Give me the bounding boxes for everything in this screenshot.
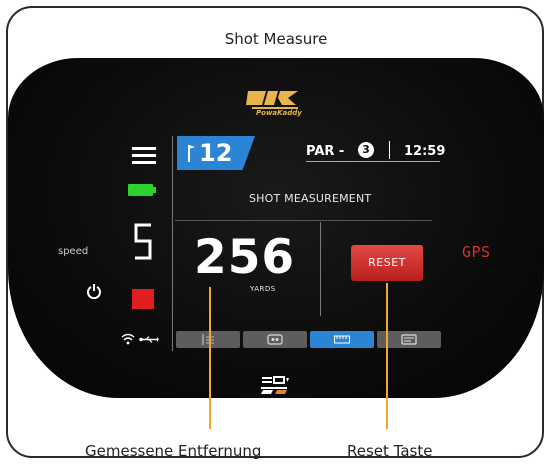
flag-list-icon [202, 334, 214, 345]
model-badge-icon [261, 376, 289, 394]
wifi-icon [121, 333, 135, 345]
divider [172, 136, 173, 351]
divider [320, 222, 321, 316]
clock-time: 12:59 [404, 144, 446, 159]
stop-icon[interactable] [132, 289, 154, 309]
header-underline [306, 161, 440, 162]
flag-icon [188, 145, 195, 162]
reset-button[interactable]: RESET [351, 245, 423, 281]
gps-label: GPS [462, 243, 491, 261]
power-icon[interactable] [86, 283, 102, 299]
card-icon [401, 334, 417, 345]
par-value: 3 [358, 142, 374, 158]
callout-distance-label: Gemessene Entfernung [85, 442, 262, 460]
callout-line-reset [386, 283, 388, 429]
menu-icon[interactable] [132, 146, 156, 164]
callout-reset-label: Reset Taste [347, 442, 433, 460]
divider [175, 220, 432, 221]
tab-hole-info[interactable] [176, 331, 240, 348]
usb-icon [139, 336, 159, 343]
speed-level-icon [134, 223, 152, 260]
measured-distance: 256 [194, 230, 296, 285]
ruler-icon [334, 335, 350, 344]
battery-icon [128, 184, 156, 196]
par-label: PAR - [306, 144, 345, 159]
speed-label: speed [58, 246, 89, 257]
divider [389, 141, 390, 159]
tab-shot-measure[interactable] [310, 331, 374, 348]
tab-scorecard[interactable] [243, 331, 307, 348]
scorecard-icon [267, 334, 283, 345]
page-title: Shot Measure [224, 30, 328, 48]
screen-title: SHOT MEASUREMENT [249, 192, 372, 205]
brand-logo-text: PowaKaddy [256, 109, 302, 117]
distance-unit: YARDS [250, 285, 276, 293]
callout-line-distance [209, 287, 211, 429]
